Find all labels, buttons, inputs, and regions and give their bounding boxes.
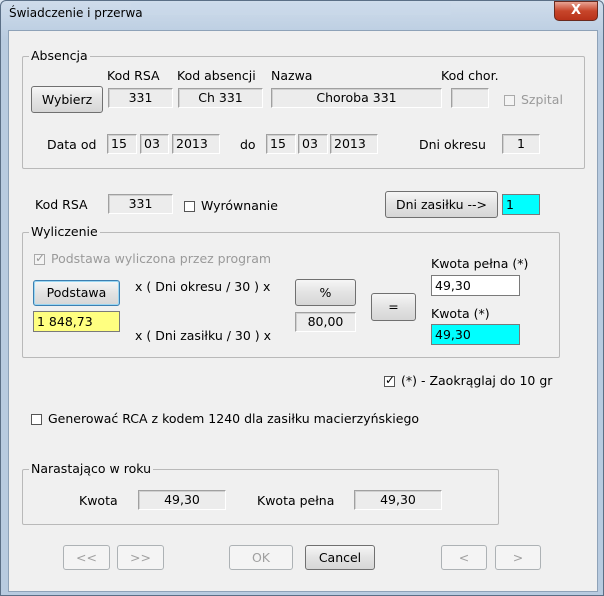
kod-rsa-label-2: Kod RSA xyxy=(35,197,88,212)
dialog-body: Absencja Kod RSA Kod absencji Nazwa Kod … xyxy=(8,30,598,592)
data-do-year[interactable]: 2013 xyxy=(330,134,378,154)
data-do-month[interactable]: 03 xyxy=(298,134,328,154)
dni-okresu-field: 1 xyxy=(502,134,540,154)
prev-button[interactable]: < xyxy=(441,545,487,570)
podstawa-auto-checkbox[interactable]: ✓ xyxy=(34,251,46,265)
kod-chor-field xyxy=(451,88,489,108)
narastajaco-kwota-field: 49,30 xyxy=(138,490,226,510)
window-title: Świadczenie i przerwa xyxy=(9,6,143,20)
wyliczenie-group-title: Wyliczenie xyxy=(29,224,100,239)
narastajaco-kwota-pelna-field: 49,30 xyxy=(354,490,442,510)
forward-button[interactable]: > xyxy=(495,545,541,570)
data-od-day[interactable]: 15 xyxy=(107,134,137,154)
dni-okresu-label: Dni okresu xyxy=(419,137,486,152)
wybierz-button[interactable]: Wybierz xyxy=(31,86,103,113)
next-record-button[interactable]: >> xyxy=(117,545,164,570)
generowac-rca-checkbox[interactable] xyxy=(31,414,42,425)
checkmark-icon: ✓ xyxy=(385,373,396,387)
header-kod-chor: Kod chor. xyxy=(441,68,499,83)
background-blur xyxy=(131,3,451,15)
data-od-label: Data od xyxy=(47,137,97,152)
podstawa-button[interactable]: Podstawa xyxy=(33,280,120,306)
cancel-button[interactable]: Cancel xyxy=(305,545,375,570)
podstawa-value-field[interactable]: 1 848,73 xyxy=(33,311,120,332)
kod-rsa-field-2: 331 xyxy=(108,194,173,214)
checkmark-icon: ✓ xyxy=(35,251,46,265)
narastajaco-kwota-label: Kwota xyxy=(79,493,118,508)
dialog-window: Świadczenie i przerwa X Absencja Kod RSA… xyxy=(0,0,604,596)
podstawa-auto-label: Podstawa wyliczona przez program xyxy=(51,251,272,266)
first-button[interactable]: << xyxy=(63,545,110,570)
dni-zasilku-field[interactable]: 1 xyxy=(502,194,540,215)
close-button[interactable]: X xyxy=(554,1,598,21)
narastajaco-group-title: Narastająco w roku xyxy=(29,461,153,476)
zaokraglaj-checkbox[interactable]: ✓ xyxy=(384,373,396,387)
title-bar[interactable]: Świadczenie i przerwa X xyxy=(1,1,603,23)
kwota-label: Kwota (*) xyxy=(431,306,490,321)
wyrownanie-checkbox[interactable] xyxy=(184,201,195,212)
zaokraglaj-label: (*) - Zaokrąglaj do 10 gr xyxy=(401,373,553,388)
header-kod-rsa: Kod RSA xyxy=(107,68,160,83)
kwota-field[interactable]: 49,30 xyxy=(431,324,520,345)
do-label: do xyxy=(240,137,256,152)
kwota-pelna-field[interactable]: 49,30 xyxy=(431,275,520,296)
kod-absencji-field: Ch 331 xyxy=(178,88,263,108)
percent-button[interactable]: % xyxy=(295,279,356,306)
kod-rsa-field: 331 xyxy=(108,88,173,108)
generowac-rca-label: Generować RCA z kodem 1240 dla zasiłku m… xyxy=(48,411,420,426)
absencja-group-title: Absencja xyxy=(29,48,90,63)
ok-button[interactable]: OK xyxy=(229,545,293,570)
data-do-day[interactable]: 15 xyxy=(266,134,296,154)
data-od-year[interactable]: 2013 xyxy=(172,134,220,154)
dni-zasilku-button[interactable]: Dni zasiłku --> xyxy=(385,191,498,218)
szpital-checkbox[interactable] xyxy=(504,95,515,106)
formula-dni-zasilku: x ( Dni zasiłku / 30 ) x xyxy=(135,328,272,343)
header-nazwa: Nazwa xyxy=(271,68,313,83)
szpital-label: Szpital xyxy=(521,92,563,107)
narastajaco-kwota-pelna-label: Kwota pełna xyxy=(257,493,335,508)
nazwa-field: Choroba 331 xyxy=(271,88,442,108)
header-kod-absencji: Kod absencji xyxy=(177,68,256,83)
formula-dni-okresu: x ( Dni okresu / 30 ) x xyxy=(135,279,271,294)
kwota-pelna-label: Kwota pełna (*) xyxy=(431,256,529,271)
equals-button[interactable]: = xyxy=(371,293,416,321)
wyrownanie-label: Wyrównanie xyxy=(201,198,278,213)
data-od-month[interactable]: 03 xyxy=(140,134,169,154)
percent-value-field: 80,00 xyxy=(295,312,356,332)
